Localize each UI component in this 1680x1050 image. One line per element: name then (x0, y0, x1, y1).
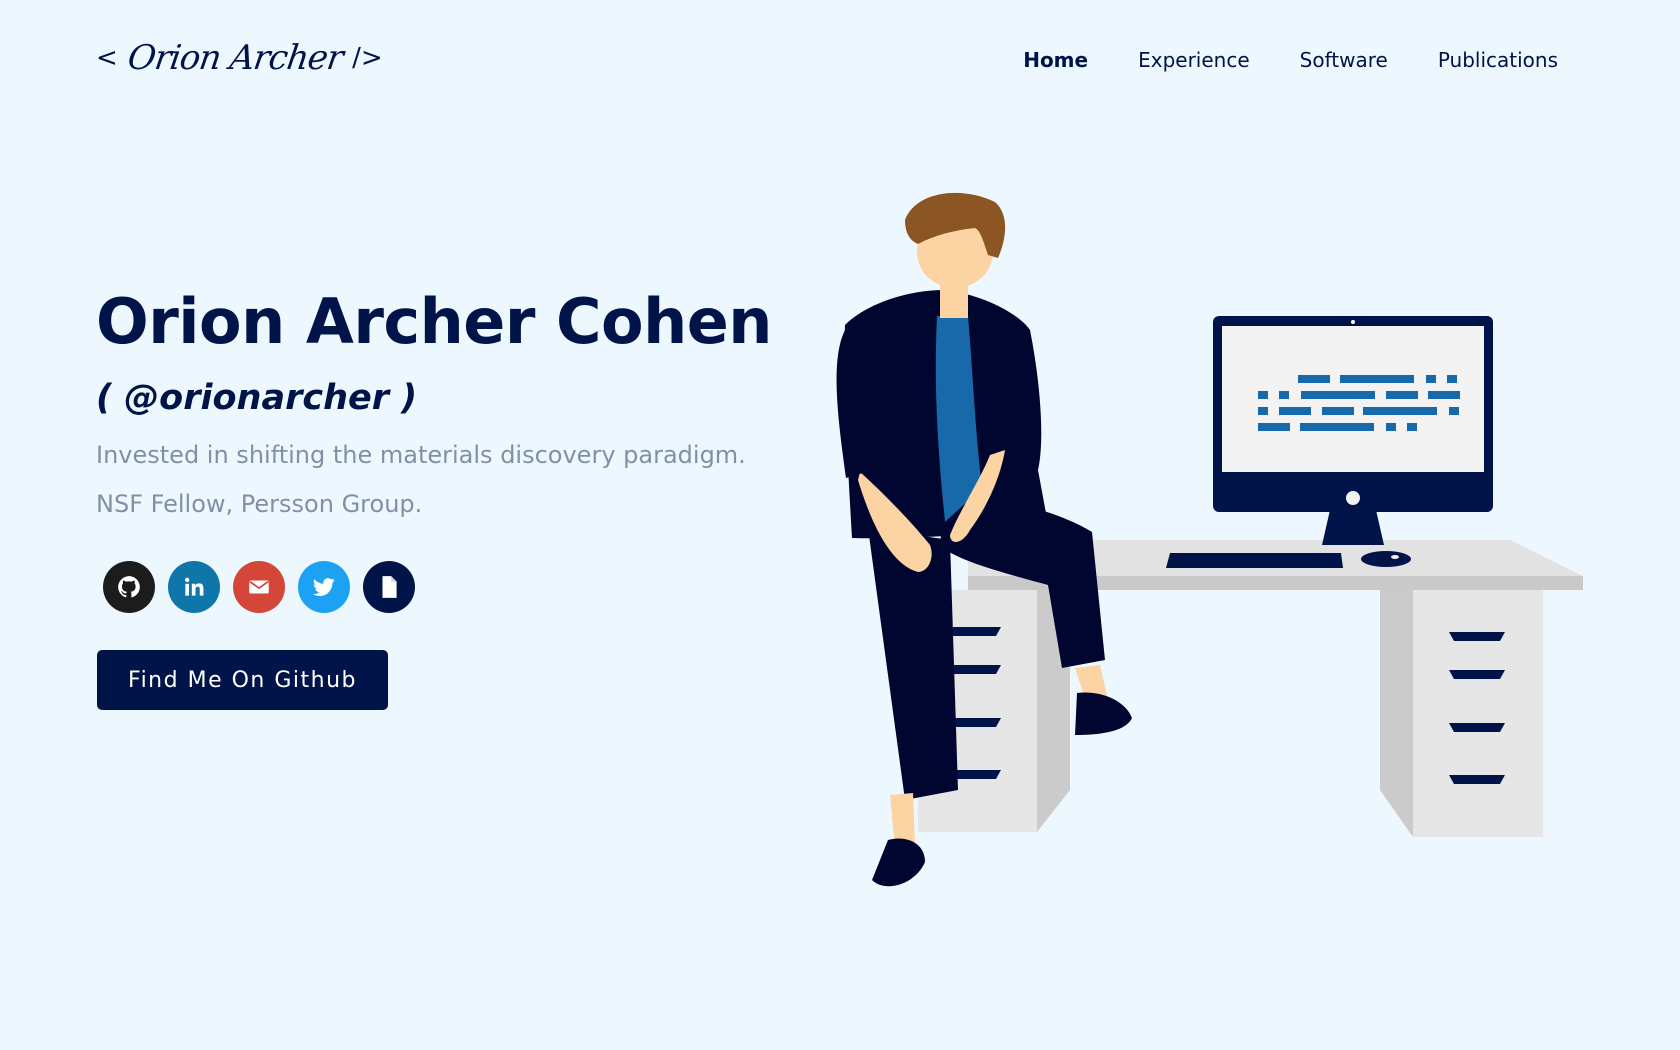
document-icon (382, 576, 397, 598)
nav-publications[interactable]: Publications (1438, 48, 1558, 72)
github-link[interactable] (103, 561, 155, 613)
hero-name: Orion Archer Cohen (96, 285, 772, 358)
twitter-icon (312, 578, 335, 596)
github-icon (118, 576, 140, 598)
github-cta-button[interactable]: Find Me On Github (97, 650, 388, 710)
social-links (103, 561, 415, 613)
email-icon (249, 580, 269, 594)
main-nav: Home Experience Software Publications (1023, 48, 1558, 72)
resume-link[interactable] (363, 561, 415, 613)
email-link[interactable] (233, 561, 285, 613)
logo-close-bracket: /> (352, 43, 383, 73)
nav-experience[interactable]: Experience (1138, 48, 1250, 72)
hero-handle: ( @orionarcher ) (96, 378, 418, 418)
nav-home[interactable]: Home (1023, 48, 1088, 72)
twitter-link[interactable] (298, 561, 350, 613)
linkedin-icon (185, 577, 204, 596)
hero-tagline: Invested in shifting the materials disco… (96, 441, 746, 469)
hero-affiliation: NSF Fellow, Persson Group. (96, 490, 423, 518)
logo-open-bracket: < (96, 43, 118, 73)
logo-signature: Orion Archer (124, 38, 345, 78)
nav-software[interactable]: Software (1300, 48, 1388, 72)
developer-desk-illustration (836, 192, 1583, 887)
site-logo[interactable]: < Orion Archer /> (96, 38, 383, 78)
linkedin-link[interactable] (168, 561, 220, 613)
